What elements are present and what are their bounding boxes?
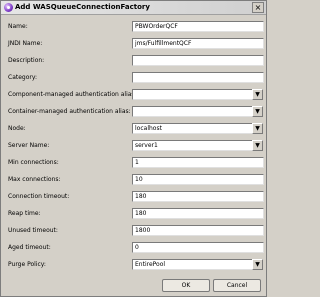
app-icon (4, 3, 13, 12)
name-field[interactable]: PBWOrderQCF (132, 21, 264, 32)
description-label: Description: (8, 57, 45, 64)
min-connections-field[interactable]: 1 (132, 157, 264, 168)
node-label: Node: (8, 125, 26, 132)
jndi-name-field[interactable]: jms/FulfillmentQCF (132, 38, 264, 49)
row-unused-timeout: Unused timeout: 1800 (1, 225, 266, 236)
node-dropdown-arrow-icon[interactable]: ▼ (252, 123, 263, 134)
cancel-button[interactable]: Cancel (213, 279, 261, 292)
server-name-select[interactable]: server1 (132, 140, 255, 151)
reap-time-field[interactable]: 180 (132, 208, 264, 219)
description-field[interactable] (132, 55, 264, 66)
row-max-connections: Max connections: 10 (1, 174, 266, 185)
component-auth-label: Component-managed authentication alias: (8, 91, 137, 98)
ok-button[interactable]: OK (162, 279, 210, 292)
reap-time-label: Reap time: (8, 210, 41, 217)
server-name-label: Server Name: (8, 142, 50, 149)
unused-timeout-label: Unused timeout: (8, 227, 58, 234)
jndi-label: JNDI Name: (8, 40, 43, 47)
unused-timeout-field[interactable]: 1800 (132, 225, 264, 236)
row-reap-time: Reap time: 180 (1, 208, 266, 219)
server-dropdown-arrow-icon[interactable]: ▼ (252, 140, 263, 151)
max-connections-label: Max connections: (8, 176, 61, 183)
row-min-connections: Min connections: 1 (1, 157, 266, 168)
aged-timeout-label: Aged timeout: (8, 244, 51, 251)
row-purge-policy: Purge Policy: EntirePool ▼ (1, 259, 266, 270)
row-server: Server Name: server1 ▼ (1, 140, 266, 151)
row-container-auth: Container-managed authentication alias: … (1, 106, 266, 117)
connection-timeout-label: Connection timeout: (8, 193, 70, 200)
title-bar[interactable]: Add WASQueueConnectionFactory × (1, 1, 266, 15)
purge-policy-label: Purge Policy: (8, 261, 46, 268)
row-name: Name: PBWOrderQCF (1, 21, 266, 32)
container-auth-label: Container-managed authentication alias: (8, 108, 131, 115)
name-label: Name: (8, 23, 28, 30)
close-button[interactable]: × (252, 2, 264, 13)
row-component-auth: Component-managed authentication alias: … (1, 89, 266, 100)
container-auth-select[interactable] (132, 106, 255, 117)
min-connections-label: Min connections: (8, 159, 59, 166)
component-auth-select[interactable] (132, 89, 255, 100)
purge-policy-dropdown-arrow-icon[interactable]: ▼ (252, 259, 263, 270)
dialog-title: Add WASQueueConnectionFactory (15, 3, 150, 11)
max-connections-field[interactable]: 10 (132, 174, 264, 185)
row-description: Description: (1, 55, 266, 66)
row-node: Node: localhost ▼ (1, 123, 266, 134)
container-auth-dropdown-arrow-icon[interactable]: ▼ (252, 106, 263, 117)
row-connection-timeout: Connection timeout: 180 (1, 191, 266, 202)
purge-policy-select[interactable]: EntirePool (132, 259, 255, 270)
row-aged-timeout: Aged timeout: 0 (1, 242, 266, 253)
category-field[interactable] (132, 72, 264, 83)
row-jndi: JNDI Name: jms/FulfillmentQCF (1, 38, 266, 49)
row-category: Category: (1, 72, 266, 83)
node-select[interactable]: localhost (132, 123, 255, 134)
connection-timeout-field[interactable]: 180 (132, 191, 264, 202)
category-label: Category: (8, 74, 37, 81)
aged-timeout-field[interactable]: 0 (132, 242, 264, 253)
dialog-window: Add WASQueueConnectionFactory × Name: PB… (0, 0, 267, 297)
component-auth-dropdown-arrow-icon[interactable]: ▼ (252, 89, 263, 100)
